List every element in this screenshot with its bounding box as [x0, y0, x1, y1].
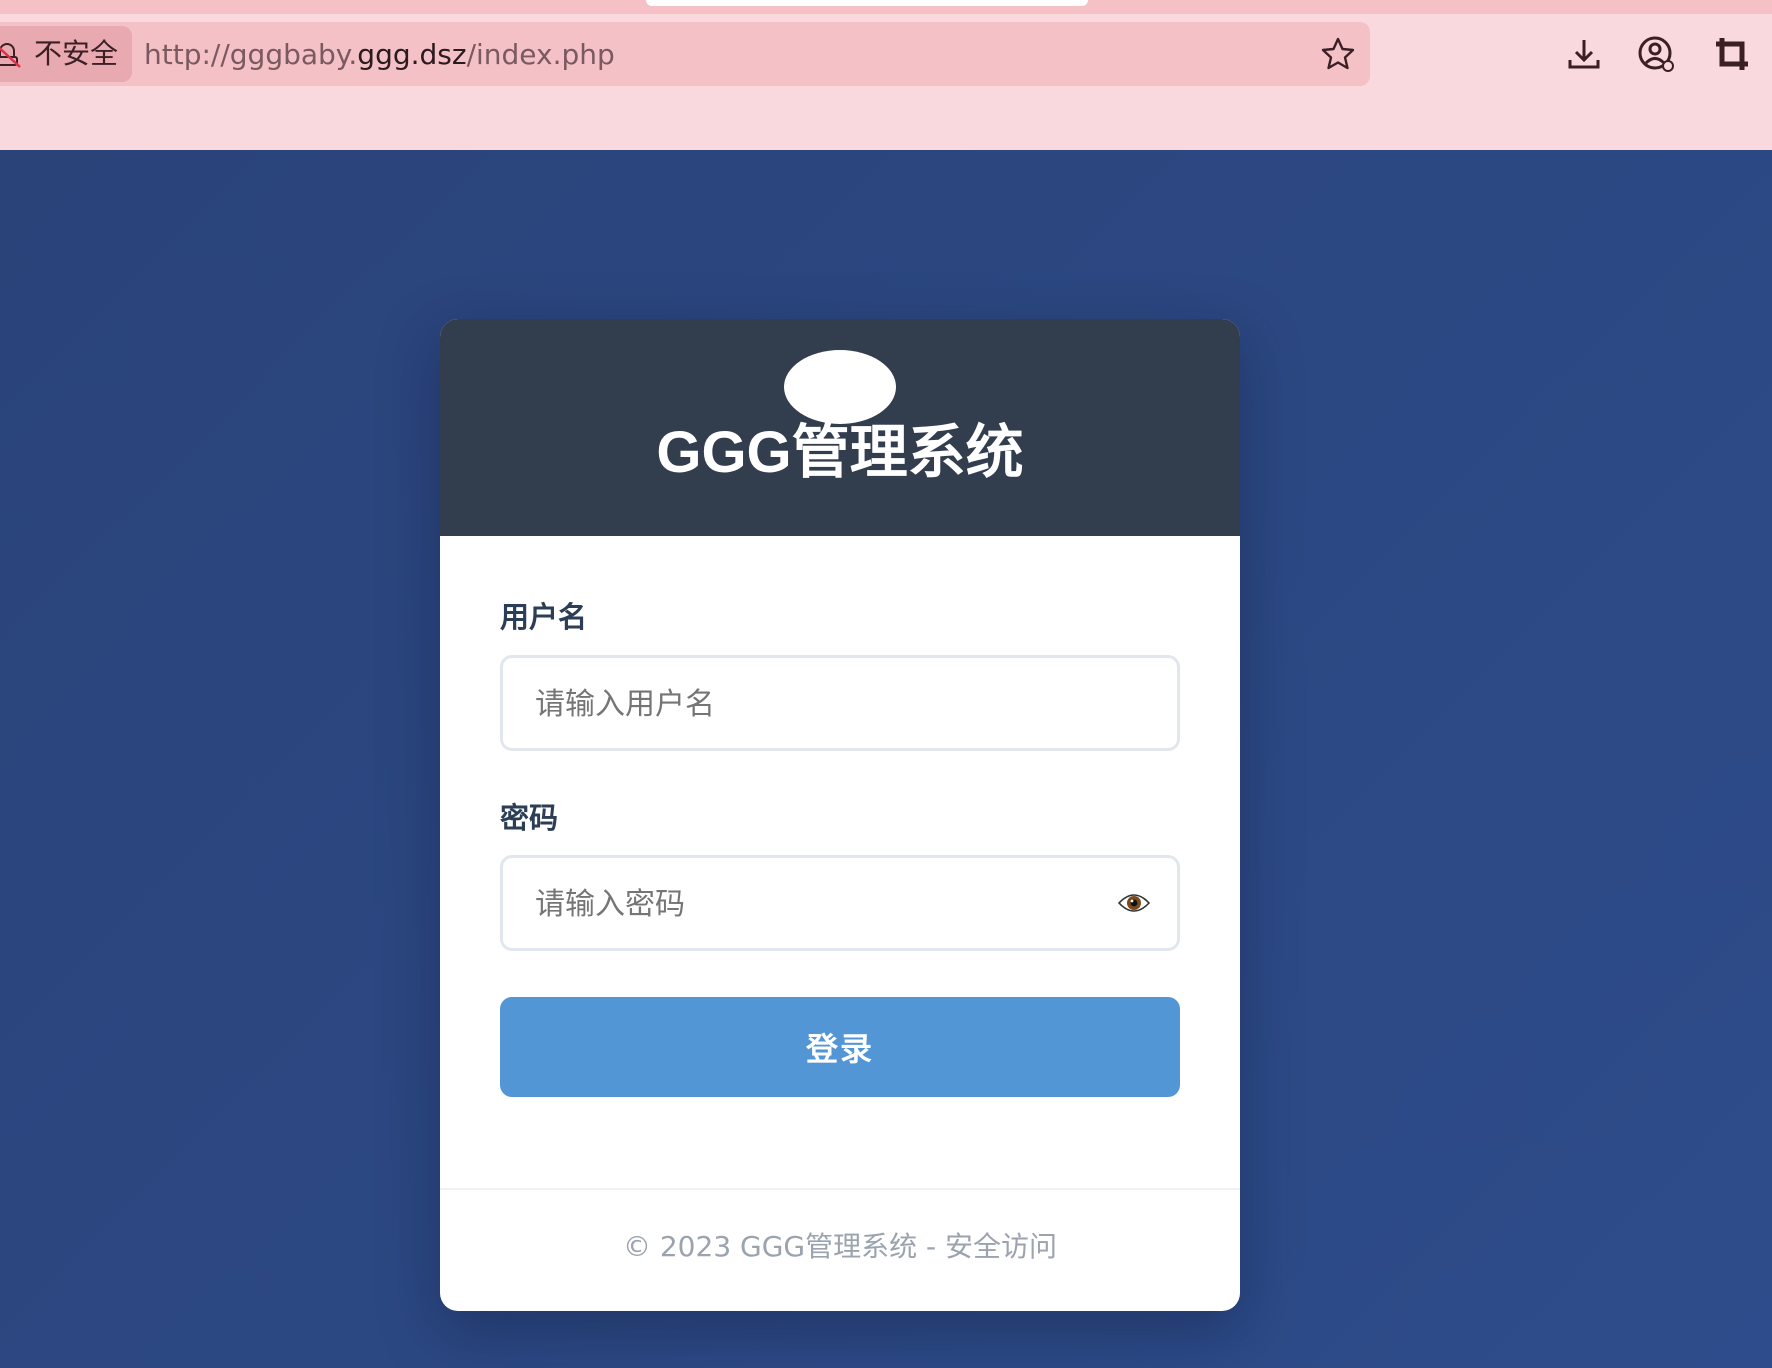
security-indicator[interactable]: 不安全: [0, 26, 132, 82]
download-icon[interactable]: [1564, 34, 1604, 74]
not-secure-icon: [0, 43, 21, 68]
username-label: 用户名: [500, 600, 588, 634]
login-button[interactable]: 登录: [500, 997, 1180, 1097]
url-host: ggg.dsz: [357, 38, 467, 71]
profile-icon[interactable]: [1636, 34, 1676, 74]
login-header: GGG管理系统: [440, 319, 1240, 536]
url-path: /index.php: [466, 38, 615, 71]
security-label: 不安全: [34, 37, 119, 70]
active-tab[interactable]: [646, 0, 1088, 6]
star-icon[interactable]: [1320, 36, 1356, 72]
footer-divider: [440, 1188, 1240, 1190]
crop-icon[interactable]: [1712, 34, 1752, 74]
url-scheme: http://: [144, 38, 230, 71]
password-input[interactable]: [533, 858, 1097, 950]
page-title: GGG管理系统: [656, 420, 1024, 485]
url-subdomain: gggbaby.: [229, 38, 358, 71]
address-bar[interactable]: 不安全 http://gggbaby.ggg.dsz/index.php: [0, 22, 1370, 86]
password-field-wrapper: [500, 855, 1180, 951]
username-input[interactable]: [533, 658, 1097, 750]
username-field-wrapper: [500, 655, 1180, 751]
browser-toolbar: 不安全 http://gggbaby.ggg.dsz/index.php: [0, 0, 1772, 150]
login-card: GGG管理系统 用户名 密码 登录 © 2023 GGG管理系统 - 安全访问: [440, 319, 1240, 1311]
copyright-footer: © 2023 GGG管理系统 - 安全访问: [622, 1230, 1058, 1263]
password-label: 密码: [500, 801, 559, 835]
url-text[interactable]: http://gggbaby.ggg.dsz/index.php: [144, 38, 615, 72]
eye-icon[interactable]: [1117, 890, 1151, 916]
